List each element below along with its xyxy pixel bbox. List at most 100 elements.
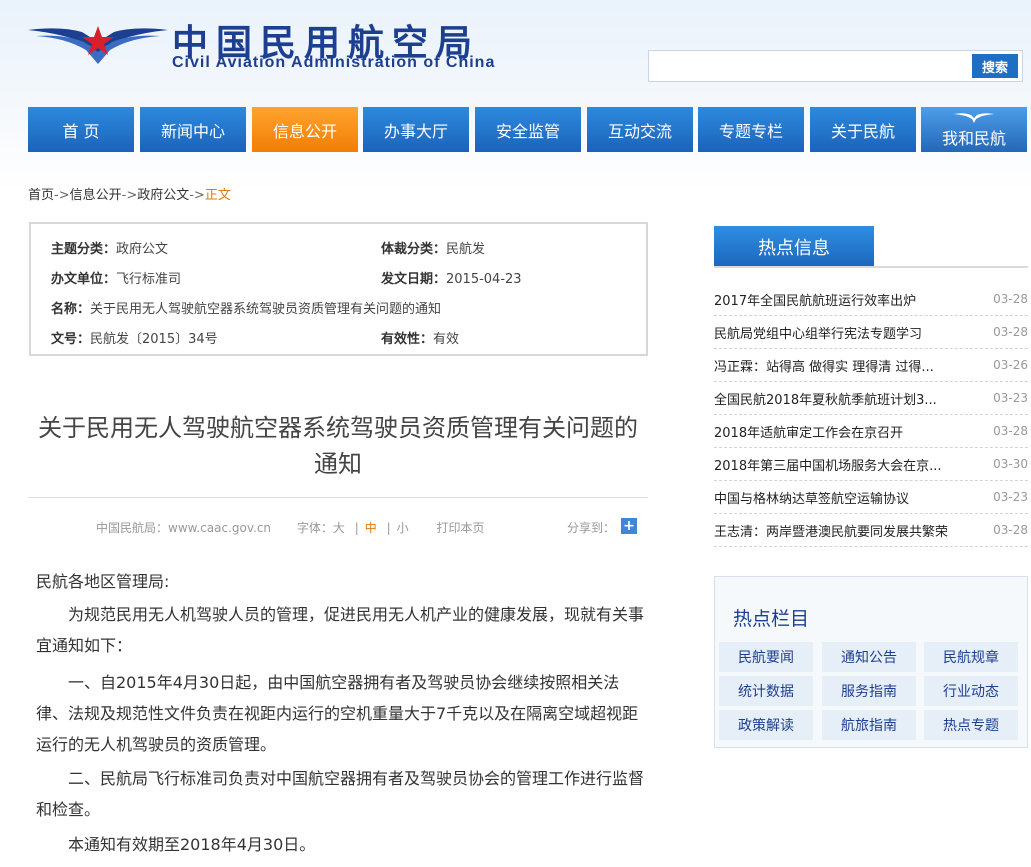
hot-news-title[interactable]: 2018年第三届中国机场服务大会在京... <box>714 455 941 474</box>
caac-wings-logo-icon[interactable] <box>28 20 168 68</box>
column-link[interactable]: 航旅指南 <box>822 710 916 740</box>
meta-genre: 体裁分类：民航发 <box>381 238 485 257</box>
share-label: 分享到： <box>567 521 616 535</box>
meta-org: 办文单位：飞行标准司 <box>51 268 181 287</box>
meta-date-value: 2015-04-23 <box>446 272 522 287</box>
hot-news-date: 03-23 <box>993 391 1028 405</box>
main-nav: 首 页 新闻中心 信息公开 办事大厅 安全监管 互动交流 专题专栏 关于民航 我… <box>28 107 1028 152</box>
hot-news-date: 03-30 <box>993 457 1028 471</box>
nav-interaction[interactable]: 互动交流 <box>587 107 693 152</box>
article-paragraph: 二、民航局飞行标准司负责对中国航空器拥有者及驾驶员协会的管理工作进行监督和检查。 <box>36 769 645 819</box>
meta-validity: 有效性：有效 <box>381 328 459 347</box>
nav-me-and-caac[interactable]: 我和民航 <box>921 107 1027 152</box>
meta-genre-key: 体裁分类： <box>381 242 447 257</box>
nav-home[interactable]: 首 页 <box>28 107 134 152</box>
hot-news-title[interactable]: 2018年适航审定工作会在京召开 <box>714 422 903 441</box>
column-link[interactable]: 政策解读 <box>719 710 813 740</box>
column-link[interactable]: 民航要闻 <box>719 642 813 672</box>
meta-subject-value: 政府公文 <box>116 242 169 257</box>
article-paragraph: 为规范民用无人机驾驶人员的管理，促进民用无人机产业的健康发展，现就有关事宜通知如… <box>36 605 645 655</box>
hot-info-tab[interactable]: 热点信息 <box>714 226 874 267</box>
hot-news-date: 03-28 <box>993 424 1028 438</box>
article-title: 关于民用无人驾驶航空器系统驾驶员资质管理有关问题的 通知 <box>28 410 648 482</box>
article-tools: 中国民航局：www.caac.gov.cn 字体：大 | 中 | 小 打印本页 <box>96 519 485 536</box>
column-link[interactable]: 热点专题 <box>924 710 1018 740</box>
meta-docno: 文号：民航发〔2015〕34号 <box>51 328 218 347</box>
meta-org-key: 办文单位： <box>51 272 117 287</box>
breadcrumb: 首页->信息公开->政府公文->正文 <box>28 184 231 203</box>
search-button[interactable]: 搜索 <box>972 54 1018 78</box>
hot-news-title[interactable]: 王志清：两岸暨港澳民航要同发展共繁荣 <box>714 521 948 540</box>
hot-news-item[interactable]: 2018年适航审定工作会在京召开 03-28 <box>714 415 1028 448</box>
hot-news-title[interactable]: 民航局党组中心组举行宪法专题学习 <box>714 323 922 342</box>
hot-news-item[interactable]: 全国民航2018年夏秋航季航班计划3... 03-23 <box>714 382 1028 415</box>
breadcrumb-separator: -> <box>121 188 138 203</box>
column-link[interactable]: 民航规章 <box>924 642 1018 672</box>
font-size-large[interactable]: 大 <box>333 521 345 535</box>
nav-me-and-caac-label: 我和民航 <box>941 128 1006 148</box>
row-divider <box>714 546 1028 547</box>
article-paragraph: 本通知有效期至2018年4月30日。 <box>68 835 316 854</box>
nav-news-center[interactable]: 新闻中心 <box>140 107 246 152</box>
column-link[interactable]: 统计数据 <box>719 676 813 706</box>
meta-validity-key: 有效性： <box>381 332 434 347</box>
meta-date-key: 发文日期： <box>381 272 447 287</box>
share-plus-icon[interactable]: + <box>621 518 637 534</box>
hot-news-item[interactable]: 民航局党组中心组举行宪法专题学习 03-28 <box>714 316 1028 349</box>
hot-news-date: 03-23 <box>993 490 1028 504</box>
hot-news-title[interactable]: 2017年全国民航航班运行效率出炉 <box>714 290 916 309</box>
hot-columns-panel: 热点栏目 民航要闻 通知公告 民航规章 统计数据 服务指南 行业动态 政策解读 … <box>714 576 1028 748</box>
breadcrumb-separator: -> <box>54 188 70 203</box>
meta-docno-key: 文号： <box>51 332 91 347</box>
font-size-separator: | <box>354 521 359 535</box>
hot-news-date: 03-28 <box>993 523 1028 537</box>
column-link[interactable]: 通知公告 <box>822 642 916 672</box>
meta-docno-value: 民航发〔2015〕34号 <box>90 332 218 347</box>
site-name-en[interactable]: Civil Aviation Administration of China <box>172 54 495 72</box>
meta-validity-value: 有效 <box>433 332 460 347</box>
meta-name: 名称：关于民用无人驾驶航空器系统驾驶员资质管理有关问题的通知 <box>51 298 441 317</box>
nav-about[interactable]: 关于民航 <box>810 107 916 152</box>
hot-news-title[interactable]: 全国民航2018年夏秋航季航班计划3... <box>714 389 937 408</box>
font-size-label: 字体： <box>296 521 333 535</box>
nav-service-hall[interactable]: 办事大厅 <box>363 107 469 152</box>
hot-news-date: 03-28 <box>993 292 1028 306</box>
hot-news-item[interactable]: 中国与格林纳达草签航空运输协议 03-23 <box>714 481 1028 514</box>
breadcrumb-home[interactable]: 首页 <box>28 188 54 203</box>
article-paragraph: 一、自2015年4月30日起，由中国航空器拥有者及驾驶员协会继续按照相关法律、法… <box>36 673 639 754</box>
meta-name-value: 关于民用无人驾驶航空器系统驾驶员资质管理有关问题的通知 <box>90 302 442 317</box>
hot-news-item[interactable]: 冯正霖：站得高 做得实 理得清 过得... 03-26 <box>714 349 1028 382</box>
title-divider <box>28 497 648 498</box>
meta-org-value: 飞行标准司 <box>116 272 182 287</box>
hot-news-item[interactable]: 2017年全国民航航班运行效率出炉 03-28 <box>714 283 1028 316</box>
font-size-medium[interactable]: 中 <box>365 521 377 535</box>
site-header: 中国民用航空局 Civil Aviation Administration of… <box>0 0 1031 100</box>
font-size-small[interactable]: 小 <box>397 521 409 535</box>
breadcrumb-gov-docs[interactable]: 政府公文 <box>137 188 189 203</box>
wings-icon <box>954 112 994 123</box>
hot-news-date: 03-28 <box>993 325 1028 339</box>
search-box: 搜索 <box>648 50 1023 82</box>
print-page-link[interactable]: 打印本页 <box>437 521 485 535</box>
nav-safety-supervision[interactable]: 安全监管 <box>475 107 581 152</box>
nav-special-topics[interactable]: 专题专栏 <box>698 107 804 152</box>
meta-date: 发文日期：2015-04-23 <box>381 268 522 287</box>
hot-news-item[interactable]: 王志清：两岸暨港澳民航要同发展共繁荣 03-28 <box>714 514 1028 547</box>
breadcrumb-current: 正文 <box>204 188 231 203</box>
meta-name-key: 名称： <box>51 302 91 317</box>
document-meta-box: 主题分类：政府公文 体裁分类：民航发 办文单位：飞行标准司 发文日期：2015-… <box>29 222 648 356</box>
hot-news-title[interactable]: 冯正霖：站得高 做得实 理得清 过得... <box>714 356 934 375</box>
article-title-line2: 通知 <box>314 450 362 478</box>
hot-news-item[interactable]: 2018年第三届中国机场服务大会在京... 03-30 <box>714 448 1028 481</box>
breadcrumb-separator: -> <box>189 188 205 203</box>
article-salutation: 民航各地区管理局: <box>36 572 170 591</box>
column-link[interactable]: 服务指南 <box>822 676 916 706</box>
nav-info-disclosure[interactable]: 信息公开 <box>252 107 358 152</box>
hot-info-divider <box>714 266 1028 268</box>
breadcrumb-info-disclosure[interactable]: 信息公开 <box>70 188 122 203</box>
meta-subject: 主题分类：政府公文 <box>51 238 168 257</box>
hot-news-title[interactable]: 中国与格林纳达草签航空运输协议 <box>714 488 909 507</box>
search-input[interactable] <box>651 53 971 79</box>
column-link[interactable]: 行业动态 <box>924 676 1018 706</box>
meta-genre-value: 民航发 <box>446 242 486 257</box>
